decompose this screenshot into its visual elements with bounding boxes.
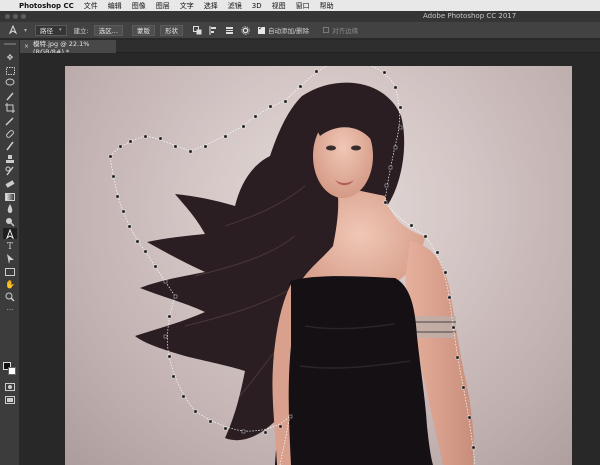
path-operations-icon[interactable] <box>192 25 204 36</box>
gradient-icon[interactable] <box>3 191 17 202</box>
quick-mask-icon[interactable] <box>3 381 17 392</box>
menubar: Photoshop CC 文件 编辑 图像 图层 文字 选择 滤镜 3D 视图 … <box>0 0 600 11</box>
gear-icon[interactable] <box>240 25 252 36</box>
panel-grip[interactable] <box>4 43 16 45</box>
options-bar: ▾ 路径 ▾ 建立: 选区... 蒙版 形状 自动添加/删除 对齐边缘 <box>0 22 600 39</box>
close-tab-icon[interactable]: × <box>24 43 29 50</box>
blur-icon[interactable] <box>3 203 17 214</box>
menu-image[interactable]: 图像 <box>127 1 151 11</box>
document-tab-bar: × 模特.jpg @ 22.1%(RGB/8#) * <box>20 40 600 56</box>
healing-brush-icon[interactable] <box>3 128 17 139</box>
history-brush-icon[interactable] <box>3 165 17 176</box>
selection-button[interactable]: 选区... <box>93 24 123 36</box>
hand-icon[interactable]: ✋ <box>3 279 17 290</box>
portrait-photo <box>108 66 476 465</box>
window-titlebar: Adobe Photoshop CC 2017 <box>0 11 600 22</box>
menu-help[interactable]: 帮助 <box>315 1 339 11</box>
document-tab[interactable]: × 模特.jpg @ 22.1%(RGB/8#) * <box>20 40 116 56</box>
path-alignment-icon[interactable] <box>208 25 220 36</box>
more-tools-icon[interactable]: ··· <box>3 304 17 315</box>
type-icon[interactable]: T <box>3 241 17 252</box>
crop-icon[interactable] <box>3 102 17 113</box>
chevron-down-icon: ▾ <box>59 27 62 33</box>
zoom-icon[interactable] <box>3 291 17 302</box>
minimize-window-icon[interactable] <box>13 14 18 19</box>
menu-select[interactable]: 选择 <box>199 1 223 11</box>
lasso-icon[interactable] <box>3 77 17 88</box>
auto-add-delete-label: 自动添加/删除 <box>267 27 310 35</box>
black-dress <box>275 276 433 465</box>
menu-edit[interactable]: 编辑 <box>103 1 127 11</box>
close-window-icon[interactable] <box>5 14 10 19</box>
menu-view[interactable]: 视图 <box>267 1 291 11</box>
menu-type[interactable]: 文字 <box>175 1 199 11</box>
align-edges-checkbox[interactable] <box>323 27 330 33</box>
document-image[interactable] <box>65 66 572 465</box>
quick-select-icon[interactable] <box>3 90 17 101</box>
menu-3d[interactable]: 3D <box>247 2 267 10</box>
canvas-area[interactable] <box>20 53 600 465</box>
screen-mode-icon[interactable] <box>3 394 17 405</box>
marquee-icon[interactable] <box>3 65 17 76</box>
mask-button[interactable]: 蒙版 <box>131 24 155 36</box>
build-label: 建立: <box>73 27 89 35</box>
brush-icon[interactable] <box>3 140 17 151</box>
tools-panel: ✥ T ✋ ··· <box>0 40 20 465</box>
path-select-icon[interactable] <box>3 253 17 264</box>
menu-photoshop[interactable]: Photoshop CC <box>14 2 79 10</box>
shape-button[interactable]: 形状 <box>159 24 183 36</box>
tool-mode-select[interactable]: 路径 ▾ <box>35 24 67 36</box>
eyedropper-icon[interactable] <box>3 115 17 126</box>
eraser-icon[interactable] <box>3 178 17 189</box>
tool-mode-value: 路径 <box>40 27 54 35</box>
rectangle-icon[interactable] <box>3 266 17 277</box>
menu-layer[interactable]: 图层 <box>151 1 175 11</box>
menu-filter[interactable]: 滤镜 <box>223 1 247 11</box>
window-controls <box>5 14 26 19</box>
pen-icon[interactable] <box>4 24 22 37</box>
zoom-window-icon[interactable] <box>21 14 26 19</box>
move-icon[interactable]: ✥ <box>3 52 17 63</box>
tool-preset-chevron-icon[interactable]: ▾ <box>24 27 27 34</box>
clone-stamp-icon[interactable] <box>3 153 17 164</box>
align-edges-option[interactable]: 对齐边缘 <box>323 25 358 35</box>
menu-window[interactable]: 窗口 <box>291 1 315 11</box>
auto-add-delete-checkbox[interactable] <box>257 24 265 34</box>
pen-icon[interactable] <box>3 228 17 239</box>
path-arrangement-icon[interactable] <box>224 25 236 36</box>
dodge-icon[interactable] <box>3 216 17 227</box>
align-edges-label: 对齐边缘 <box>332 27 359 35</box>
window-title: Adobe Photoshop CC 2017 <box>423 12 517 20</box>
menu-file[interactable]: 文件 <box>79 1 103 11</box>
background-color-swatch[interactable] <box>8 367 16 375</box>
